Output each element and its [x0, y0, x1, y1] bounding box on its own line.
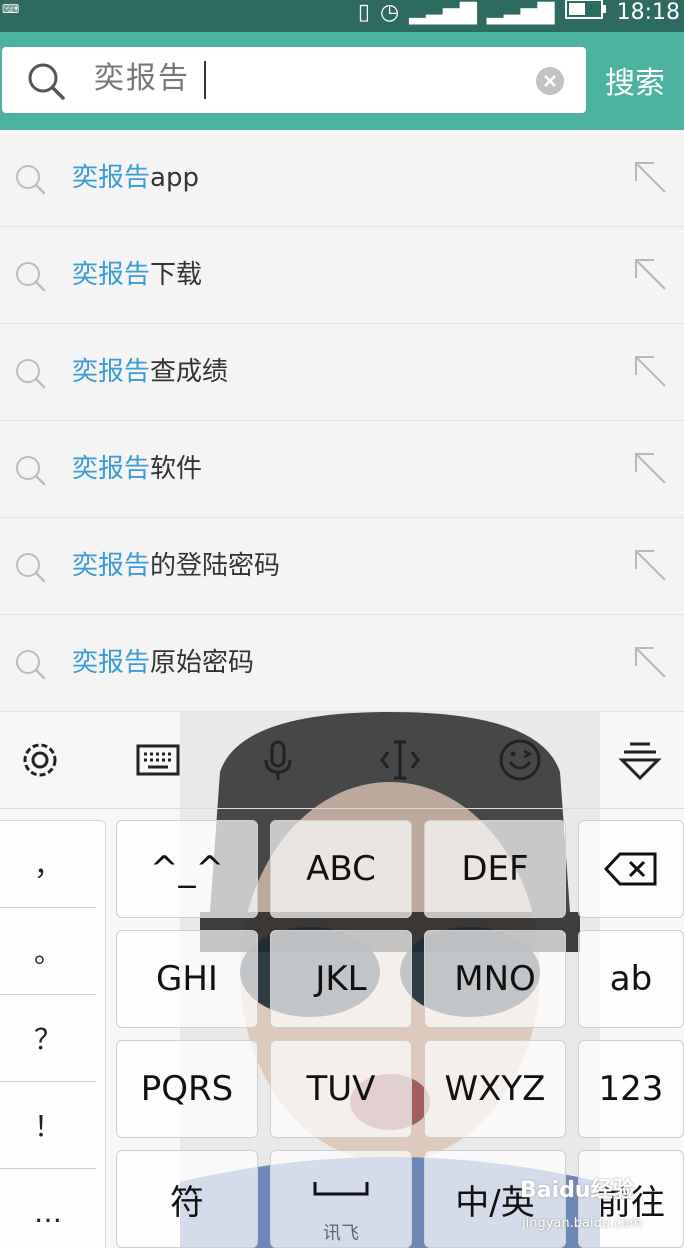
battery-icon — [564, 0, 607, 25]
suggestion-item[interactable]: 奕报告原始密码 — [0, 615, 684, 712]
suggestion-rest: 的登陆密码 — [150, 551, 281, 581]
symbol-key[interactable]: 。 — [0, 908, 96, 995]
key-symbols[interactable]: 符 — [116, 1150, 258, 1248]
clear-icon[interactable] — [536, 67, 564, 95]
suggestion-rest: app — [150, 163, 199, 193]
search-icon — [16, 553, 46, 583]
suggestion-item[interactable]: 奕报告软件 — [0, 421, 684, 518]
suggestion-item[interactable]: 奕报告下载 — [0, 227, 684, 324]
search-icon — [16, 165, 46, 195]
suggestion-text: 奕报告查成绩 — [72, 352, 228, 392]
fill-query-arrow-icon[interactable] — [634, 646, 668, 680]
signal-icon: ▂▃▅▇ — [486, 0, 555, 25]
signal-icon: ▂▃▅▇ — [409, 0, 477, 25]
search-header: 奕报告 搜索 — [0, 32, 684, 130]
search-input[interactable]: 奕报告 — [94, 59, 190, 99]
fill-query-arrow-icon[interactable] — [634, 355, 668, 389]
search-icon — [28, 63, 65, 100]
microphone-icon[interactable] — [256, 738, 300, 782]
suggestion-item[interactable]: 奕报告app — [0, 130, 684, 227]
key-tuv[interactable]: TUV — [270, 1040, 412, 1138]
suggestion-item[interactable]: 奕报告查成绩 — [0, 324, 684, 421]
clock-time: 18:18 — [616, 0, 680, 25]
symbol-key[interactable]: ？ — [0, 995, 96, 1082]
symbol-key[interactable]: ！ — [0, 1082, 96, 1169]
search-icon — [16, 456, 46, 486]
suggestion-list: 奕报告app 奕报告下载 奕报告查成绩 奕报告软件 奕报告的登陆密码 奕报告原始密码 — [0, 130, 684, 712]
suggestion-text: 奕报告的登陆密码 — [72, 546, 280, 586]
suggestion-keyword: 奕报告 — [72, 648, 151, 678]
fill-query-arrow-icon[interactable] — [634, 258, 668, 292]
watermark-url: jingyan.baidu.com — [522, 1216, 642, 1231]
suggestion-keyword: 奕报告 — [72, 357, 151, 387]
suggestion-item[interactable]: 奕报告的登陆密码 — [0, 518, 684, 615]
key-123[interactable]: 123 — [578, 1040, 684, 1138]
search-icon — [16, 650, 46, 680]
suggestion-text: 奕报告下载 — [72, 255, 202, 295]
key-def[interactable]: DEF — [424, 820, 566, 918]
suggestion-text: 奕报告app — [72, 158, 199, 198]
keyboard-notification-icon: ⌨ — [2, 2, 20, 16]
settings-icon[interactable] — [18, 738, 62, 782]
vibrate-icon: ▯ — [357, 0, 371, 25]
space-sub-label: 讯飞 — [323, 1223, 359, 1244]
backspace-icon — [604, 852, 657, 886]
suggestion-rest: 原始密码 — [150, 648, 255, 678]
key-ab[interactable]: ab — [578, 930, 684, 1028]
key-emoticon[interactable]: ^_^ — [116, 820, 258, 918]
fill-query-arrow-icon[interactable] — [634, 452, 668, 486]
key-ghi[interactable]: GHI — [116, 930, 258, 1028]
suggestion-text: 奕报告软件 — [72, 449, 202, 489]
keyboard-icon[interactable] — [136, 738, 180, 782]
fill-query-arrow-icon[interactable] — [634, 549, 668, 583]
fill-query-arrow-icon[interactable] — [634, 161, 668, 195]
space-key[interactable]: 讯飞 — [270, 1150, 412, 1248]
suggestion-keyword: 奕报告 — [72, 551, 151, 581]
symbol-key[interactable]: ， — [0, 821, 96, 908]
key-abc[interactable]: ABC — [270, 820, 412, 918]
space-icon — [313, 1182, 369, 1196]
symbol-key[interactable]: … — [0, 1169, 96, 1248]
search-button[interactable]: 搜索 — [586, 47, 684, 113]
backspace-key[interactable] — [578, 820, 684, 918]
key-wxyz[interactable]: WXYZ — [424, 1040, 566, 1138]
key-mno[interactable]: MNO — [424, 930, 566, 1028]
suggestion-keyword: 奕报告 — [72, 163, 151, 193]
alarm-icon: ◷ — [380, 0, 400, 25]
ime-keyboard: ，。？！… ^_^ ABC DEF GHI JKL MNO ab PQRS TU… — [0, 712, 684, 1248]
search-box[interactable]: 奕报告 — [2, 47, 586, 113]
search-icon — [16, 359, 46, 389]
cursor-icon[interactable] — [378, 738, 422, 782]
suggestion-text: 奕报告原始密码 — [72, 643, 254, 683]
suggestion-keyword: 奕报告 — [72, 260, 151, 290]
key-jkl[interactable]: JKL — [270, 930, 412, 1028]
keyboard-toolbar — [0, 712, 684, 809]
text-caret — [204, 61, 206, 99]
suggestion-rest: 下载 — [150, 260, 203, 290]
status-bar: ⌨ ▯ ◷ ▂▃▅▇ ▂▃▅▇ 18:18 — [0, 0, 684, 32]
suggestion-keyword: 奕报告 — [72, 454, 151, 484]
collapse-keyboard-icon[interactable] — [618, 738, 662, 782]
suggestion-rest: 软件 — [150, 454, 203, 484]
symbol-column: ，。？！… — [0, 820, 106, 1248]
search-icon — [16, 262, 46, 292]
emoji-icon[interactable] — [498, 738, 542, 782]
suggestion-rest: 查成绩 — [150, 357, 229, 387]
key-pqrs[interactable]: PQRS — [116, 1040, 258, 1138]
watermark-brand: Baidu经验 — [520, 1178, 635, 1203]
